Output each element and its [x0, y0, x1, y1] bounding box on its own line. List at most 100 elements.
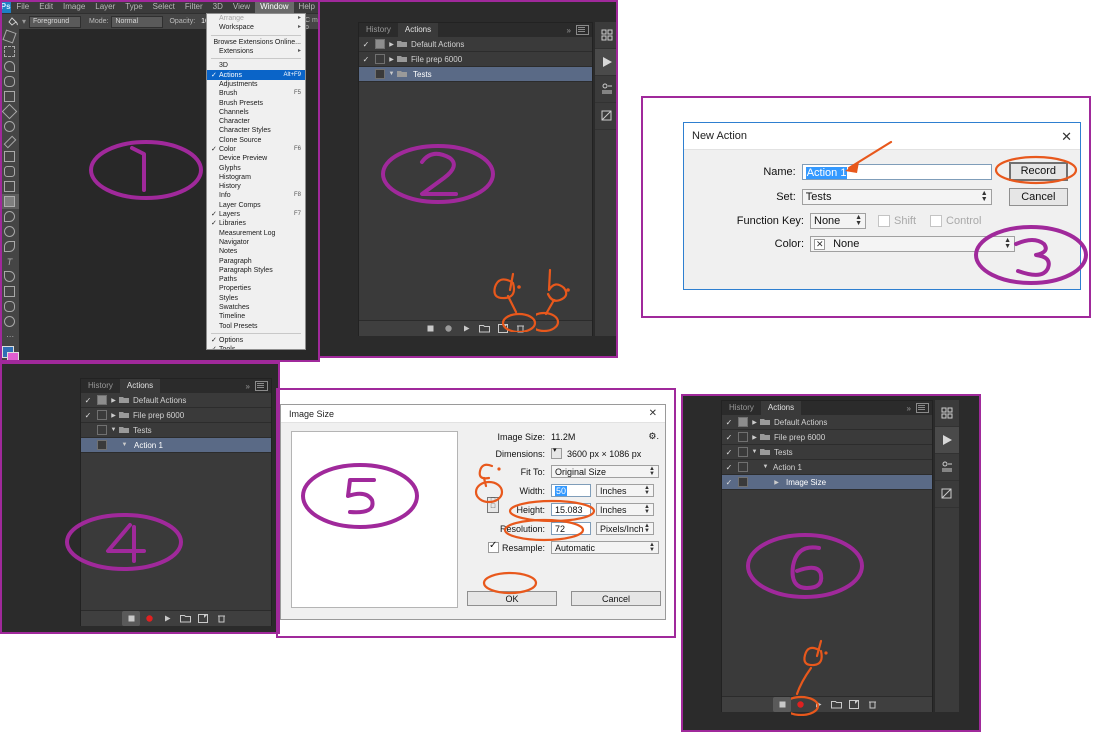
tab-history[interactable]: History — [722, 401, 761, 415]
table-row[interactable]: ✓ ▼ Action 1 — [722, 460, 932, 475]
menu-select[interactable]: Select — [148, 0, 180, 13]
menu-layer[interactable]: Layer — [90, 0, 120, 13]
spinner-icon[interactable]: ▲ ▼ — [1004, 237, 1011, 250]
table-row[interactable]: ✓ ▶ File prep 6000 — [81, 408, 271, 423]
window-menu-item-extensions[interactable]: Extensions ▸ — [207, 47, 305, 56]
toggle-item-checkbox[interactable]: ✓ — [722, 418, 736, 427]
delete-icon[interactable] — [512, 321, 530, 336]
fill-source-select[interactable]: Foreground — [29, 15, 82, 28]
window-menu-item-paragraph-styles[interactable]: Paragraph Styles — [207, 266, 305, 275]
ok-button[interactable]: OK — [467, 591, 557, 606]
tab-actions[interactable]: Actions — [760, 401, 802, 415]
play-icon[interactable] — [158, 611, 176, 626]
dock-icon-layers[interactable] — [935, 481, 959, 508]
collapse-chevron-icon[interactable]: » — [246, 382, 250, 391]
menu-view[interactable]: View — [228, 0, 255, 13]
menu-help[interactable]: Help — [294, 0, 320, 13]
new-action-icon[interactable] — [494, 321, 512, 336]
color-select[interactable]: ✕ None ▲ ▼ — [810, 236, 1015, 252]
table-row[interactable]: ✓ ▶ Default Actions — [359, 37, 592, 52]
tool-lasso[interactable] — [0, 59, 19, 74]
tool-edit-toolbar[interactable]: ⋯ — [0, 329, 19, 344]
toggle-dialog-box[interactable] — [736, 417, 749, 427]
color-swatches[interactable] — [0, 344, 19, 362]
dock-icon-layers[interactable] — [595, 103, 618, 130]
dock-icon-properties[interactable] — [595, 76, 618, 103]
table-row[interactable]: ✓ ▶ Default Actions — [722, 415, 932, 430]
menu-image[interactable]: Image — [58, 0, 90, 13]
expand-triangle-icon[interactable]: ▼ — [119, 442, 130, 448]
tool-eyedropper[interactable] — [0, 103, 19, 120]
spinner-icon[interactable]: ▲ ▼ — [855, 214, 862, 227]
table-row[interactable]: ✓ ▼ Tests — [722, 445, 932, 460]
spinner-icon[interactable]: ▲ ▼ — [981, 190, 988, 203]
control-checkbox[interactable] — [930, 215, 943, 227]
window-menu-item-glyphs[interactable]: Glyphs — [207, 163, 305, 172]
tool-eraser[interactable] — [0, 179, 19, 194]
resample-checkbox[interactable] — [487, 540, 499, 553]
spinner-icon[interactable]: ▲ ▼ — [644, 504, 650, 515]
toggle-item-checkbox[interactable]: ✓ — [359, 40, 373, 49]
window-menu-item-info[interactable]: Info F8 — [207, 191, 305, 200]
expand-triangle-icon[interactable]: ▼ — [749, 449, 760, 455]
window-menu-item-timeline[interactable]: Timeline — [207, 312, 305, 321]
tool-zoom[interactable] — [0, 314, 19, 329]
toggle-dialog-box[interactable] — [95, 440, 108, 450]
play-icon[interactable] — [458, 321, 476, 336]
tool-history-brush[interactable] — [0, 164, 19, 179]
spinner-icon[interactable]: ▲ ▼ — [649, 542, 655, 553]
tool-healing-brush[interactable] — [0, 119, 19, 134]
expand-triangle-icon[interactable]: ▼ — [108, 427, 119, 433]
spinner-icon[interactable]: ▲ ▼ — [649, 466, 655, 477]
window-menu-item-tools[interactable]: ✓ Tools — [207, 345, 305, 349]
collapse-chevron-icon[interactable]: » — [567, 26, 571, 35]
window-menu-item-workspace[interactable]: Workspace ▸ — [207, 23, 305, 32]
tool-brush[interactable] — [0, 134, 19, 149]
tool-quick-select[interactable] — [0, 74, 19, 89]
dock-icon-properties[interactable] — [935, 454, 959, 481]
expand-triangle-icon[interactable]: ▶ — [749, 434, 760, 441]
background-color-swatch[interactable] — [7, 352, 19, 362]
dimensions-dropdown-icon[interactable]: ▾ — [551, 447, 562, 459]
table-row[interactable]: ✓ ▶ Image Size — [722, 475, 932, 490]
tool-gradient[interactable] — [0, 194, 19, 209]
tool-pen[interactable] — [0, 239, 19, 254]
stop-icon[interactable] — [122, 611, 140, 626]
table-row[interactable]: ✓ ▶ File prep 6000 — [359, 52, 592, 67]
tool-preset-chevron-icon[interactable]: ▾ — [22, 17, 26, 26]
tab-history[interactable]: History — [359, 23, 398, 37]
dock-icon-actions[interactable] — [595, 49, 618, 76]
window-menu-item-tool-presets[interactable]: Tool Presets — [207, 322, 305, 331]
tool-move[interactable] — [0, 29, 19, 44]
toggle-dialog-box[interactable] — [736, 477, 749, 487]
tool-type[interactable]: T — [0, 254, 19, 269]
toggle-dialog-box[interactable] — [373, 54, 386, 64]
toggle-item-checkbox[interactable]: ✓ — [722, 463, 736, 472]
tab-history[interactable]: History — [81, 379, 120, 393]
table-row[interactable]: ✓ ▶ File prep 6000 — [722, 430, 932, 445]
fit-to-select[interactable]: Original Size ▲ ▼ — [551, 465, 659, 478]
menu-3d[interactable]: 3D — [208, 0, 228, 13]
expand-triangle-icon[interactable]: ▼ — [760, 464, 771, 470]
expand-triangle-icon[interactable]: ▶ — [749, 419, 760, 426]
dock-icon-adjustments[interactable] — [595, 22, 618, 49]
tool-marquee[interactable] — [0, 44, 19, 59]
record-icon[interactable] — [140, 611, 158, 626]
table-row[interactable]: ▼ Tests — [81, 423, 271, 438]
panel-menu-icon[interactable] — [916, 403, 929, 413]
toggle-item-checkbox[interactable]: ✓ — [359, 55, 373, 64]
window-menu-item-adjustments[interactable]: Adjustments — [207, 80, 305, 89]
new-set-icon[interactable] — [827, 697, 845, 712]
close-icon[interactable]: ✕ — [1061, 130, 1072, 143]
tool-crop[interactable] — [0, 89, 19, 104]
table-row[interactable]: ▼ Tests — [359, 67, 592, 82]
close-icon[interactable]: ✕ — [649, 408, 657, 419]
window-menu-item-channels[interactable]: Channels — [207, 108, 305, 117]
expand-triangle-icon[interactable]: ▶ — [108, 397, 119, 404]
tab-actions[interactable]: Actions — [397, 23, 439, 37]
tool-hand[interactable] — [0, 299, 19, 314]
toggle-dialog-box[interactable] — [736, 432, 749, 442]
stop-icon[interactable] — [773, 697, 791, 712]
resolution-unit-select[interactable]: Pixels/Inch ▲ ▼ — [596, 522, 654, 535]
window-menu-item-paths[interactable]: Paths — [207, 275, 305, 284]
